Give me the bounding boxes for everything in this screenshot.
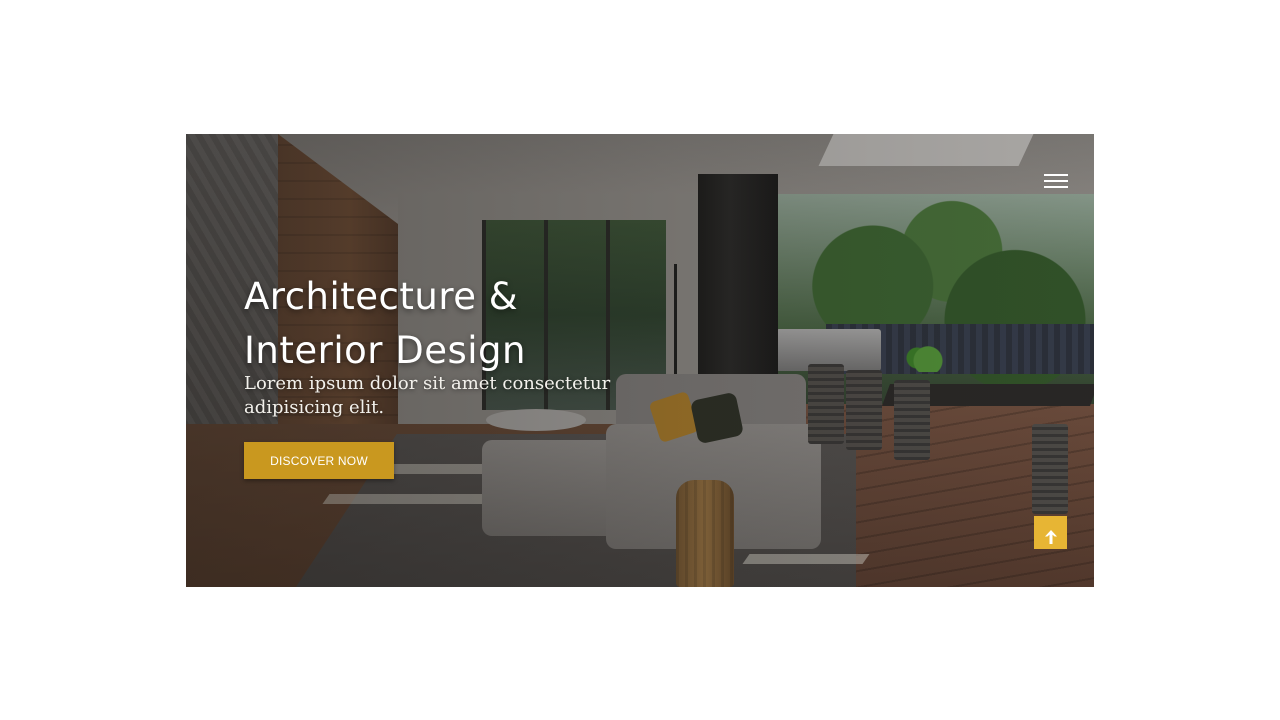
hero-subtitle-line-2: adipisicing elit. bbox=[244, 397, 385, 418]
scroll-to-top-button[interactable] bbox=[1034, 516, 1067, 549]
hero-subtitle: Lorem ipsum dolor sit amet consectetur a… bbox=[244, 372, 684, 420]
hamburger-menu-icon[interactable] bbox=[1044, 174, 1068, 188]
hero-title: Architecture & Interior Design bbox=[244, 270, 764, 378]
discover-now-button[interactable]: DISCOVER NOW bbox=[244, 442, 394, 479]
hero-title-line-1: Architecture & bbox=[244, 275, 519, 318]
hero-section: Architecture & Interior Design Lorem ips… bbox=[186, 134, 1094, 587]
hero-title-line-2: Interior Design bbox=[244, 329, 526, 372]
hero-subtitle-line-1: Lorem ipsum dolor sit amet consectetur bbox=[244, 373, 611, 394]
page: Architecture & Interior Design Lorem ips… bbox=[0, 0, 1280, 720]
arrow-up-icon bbox=[1044, 529, 1057, 544]
